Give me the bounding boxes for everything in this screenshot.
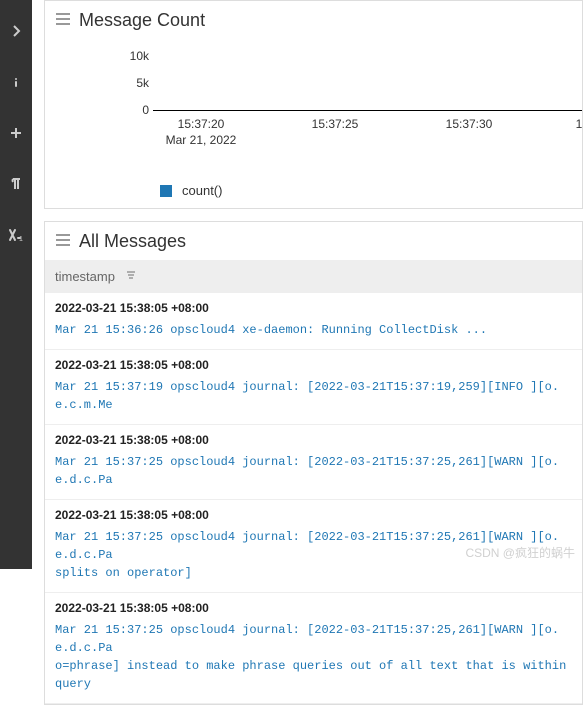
chevron-right-icon[interactable] bbox=[9, 24, 23, 41]
x-date-label: Mar 21, 2022 bbox=[166, 133, 237, 147]
panel-title: All Messages bbox=[79, 231, 186, 252]
y-tick: 0 bbox=[142, 103, 149, 117]
x-axis-line bbox=[153, 110, 582, 111]
row-message: Mar 21 15:37:25 opscloud4 journal: [2022… bbox=[55, 621, 572, 693]
row-message: Mar 21 15:36:26 opscloud4 xe-daemon: Run… bbox=[55, 321, 572, 339]
info-icon[interactable] bbox=[9, 75, 23, 92]
panel-all-messages: All Messages timestamp 2022-03-21 15:38:… bbox=[44, 221, 583, 705]
row-timestamp: 2022-03-21 15:38:05 +08:00 bbox=[55, 601, 572, 615]
table-row[interactable]: 2022-03-21 15:38:05 +08:00 Mar 21 15:37:2… bbox=[45, 593, 582, 704]
x-tick: 15:37:25 bbox=[312, 117, 359, 131]
row-message: Mar 21 15:37:25 opscloud4 journal: [2022… bbox=[55, 528, 572, 582]
svg-text:1: 1 bbox=[19, 236, 23, 242]
table-header: timestamp bbox=[45, 260, 582, 293]
paragraph-icon[interactable] bbox=[9, 177, 23, 194]
row-message: Mar 21 15:37:25 opscloud4 journal: [2022… bbox=[55, 453, 572, 489]
x-tick: 15:37:20 bbox=[178, 117, 225, 131]
sort-icon[interactable] bbox=[125, 269, 137, 284]
plus-icon[interactable] bbox=[9, 126, 23, 143]
chart-area: 10k 5k 0 15:37:20 15:37:25 15:37:30 15:3… bbox=[45, 39, 582, 179]
row-timestamp: 2022-03-21 15:38:05 +08:00 bbox=[55, 508, 572, 522]
column-header[interactable]: timestamp bbox=[55, 269, 115, 284]
table-row[interactable]: 2022-03-21 15:38:05 +08:00 Mar 21 15:37:1… bbox=[45, 350, 582, 425]
chart-legend: count() bbox=[45, 179, 582, 208]
table-row[interactable]: 2022-03-21 15:38:05 +08:00 Mar 21 15:36:2… bbox=[45, 293, 582, 350]
sidebar: 1 bbox=[0, 0, 32, 569]
row-message: Mar 21 15:37:19 opscloud4 journal: [2022… bbox=[55, 378, 572, 414]
x-tick: 15:37:30 bbox=[446, 117, 493, 131]
legend-label: count() bbox=[182, 183, 222, 198]
legend-swatch bbox=[160, 185, 172, 197]
row-timestamp: 2022-03-21 15:38:05 +08:00 bbox=[55, 433, 572, 447]
row-timestamp: 2022-03-21 15:38:05 +08:00 bbox=[55, 301, 572, 315]
hamburger-icon[interactable] bbox=[55, 10, 71, 31]
y-tick: 10k bbox=[130, 49, 149, 63]
table-row[interactable]: 2022-03-21 15:38:05 +08:00 Mar 21 15:37:2… bbox=[45, 425, 582, 500]
panel-message-count: Message Count 10k 5k 0 15:37:20 15:37:25… bbox=[44, 0, 583, 209]
row-timestamp: 2022-03-21 15:38:05 +08:00 bbox=[55, 358, 572, 372]
hamburger-icon[interactable] bbox=[55, 231, 71, 252]
x-tick: 15:37:35 bbox=[576, 117, 583, 131]
panel-title: Message Count bbox=[79, 10, 205, 31]
table-row[interactable]: 2022-03-21 15:38:05 +08:00 Mar 21 15:37:2… bbox=[45, 500, 582, 593]
y-tick: 5k bbox=[136, 76, 149, 90]
variable-icon[interactable]: 1 bbox=[8, 228, 24, 245]
main-content: Message Count 10k 5k 0 15:37:20 15:37:25… bbox=[44, 0, 583, 717]
